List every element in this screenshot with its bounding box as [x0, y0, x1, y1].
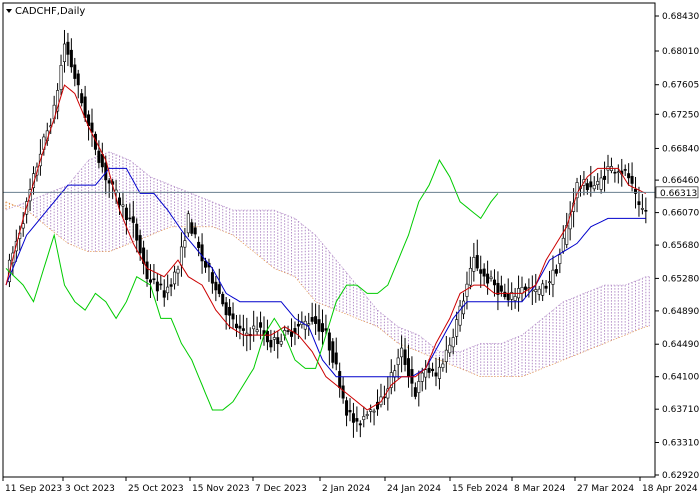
x-tick-label: 3 Oct 2023	[65, 484, 115, 494]
price-axis[interactable]: 0.68430 0.68010 0.67605 0.67250 0.66840 0.664…	[655, 12, 699, 481]
y-tick-label: 0.68430	[662, 12, 699, 22]
x-tick-label: 15 Nov 2023	[192, 484, 250, 494]
y-tick-label: 0.64890	[662, 307, 699, 317]
y-tick-label: 0.63710	[662, 405, 699, 415]
x-tick-label: 18 Apr 2024	[642, 484, 698, 494]
price-chart[interactable]: 0.68430 0.68010 0.67605 0.67250 0.66840 0.664…	[0, 0, 700, 500]
y-tick-label: 0.66840	[662, 144, 699, 154]
x-tick-label: 24 Jan 2024	[387, 484, 441, 494]
y-tick-label: 0.64100	[662, 373, 699, 383]
y-tick-label: 0.65280	[662, 274, 699, 284]
y-tick-label: 0.66460	[662, 176, 699, 186]
y-tick-label: 0.64490	[662, 340, 699, 350]
y-tick-label: 0.66070	[662, 209, 699, 219]
x-tick-label: 8 Mar 2024	[514, 484, 566, 494]
y-tick-label: 0.67250	[662, 110, 699, 120]
y-tick-label: 0.65680	[662, 241, 699, 251]
y-tick-label: 0.62920	[662, 471, 699, 481]
x-tick-label: 27 Mar 2024	[577, 484, 634, 494]
symbol-header[interactable]: CADCHF,Daily	[6, 6, 85, 17]
x-tick-label: 25 Oct 2023	[128, 484, 184, 494]
y-tick-label: 0.67605	[662, 81, 699, 91]
x-tick-label: 7 Dec 2023	[255, 484, 307, 494]
y-tick-label: 0.68010	[662, 47, 699, 57]
x-tick-label: 15 Feb 2024	[452, 484, 508, 494]
chart-background	[0, 0, 700, 500]
x-tick-label: 2 Jan 2024	[322, 484, 370, 494]
x-tick-label: 11 Sep 2023	[5, 484, 62, 494]
y-tick-label: 0.63310	[662, 439, 699, 449]
current-price-box: 0.66313	[655, 186, 699, 199]
symbol-title: CADCHF,Daily	[15, 6, 85, 17]
current-price-label: 0.66313	[660, 189, 697, 199]
